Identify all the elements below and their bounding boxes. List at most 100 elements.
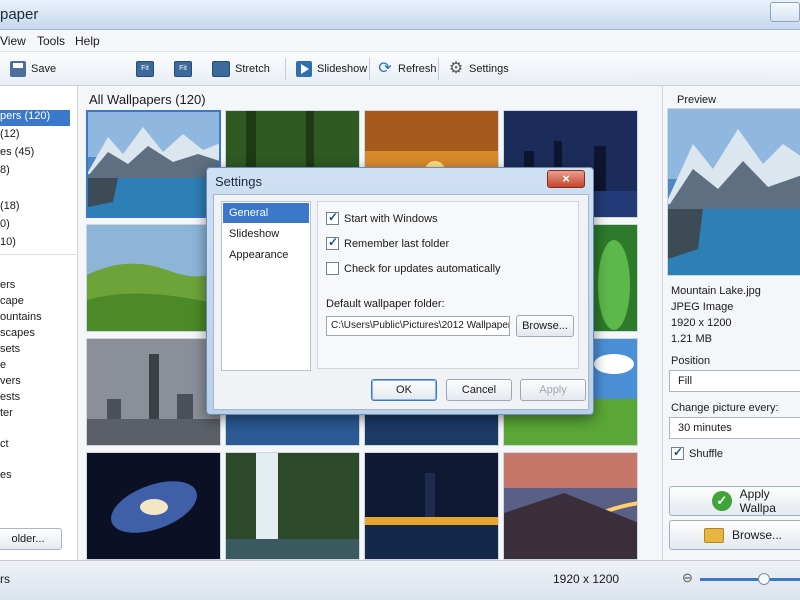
- folder-icon: [704, 527, 724, 543]
- sidebar-category[interactable]: ers: [0, 279, 70, 295]
- sidebar-category[interactable]: scapes: [0, 327, 70, 343]
- wallpaper-thumbnail[interactable]: [86, 224, 221, 332]
- galaxy-image: [87, 453, 220, 559]
- settings-button[interactable]: ⚙ Settings: [448, 59, 509, 79]
- menu-bar: View Tools Help: [0, 30, 800, 52]
- shuffle-checkbox[interactable]: [671, 445, 684, 460]
- fit-height-button[interactable]: Fit: [174, 59, 192, 79]
- file-type: JPEG Image: [671, 301, 734, 313]
- fit-width-button[interactable]: Fit: [136, 59, 154, 79]
- sidebar-item[interactable]: 8): [0, 164, 70, 180]
- remember-last-folder-option[interactable]: Remember last folder: [326, 235, 449, 250]
- sidebar-item[interactable]: es (45): [0, 146, 70, 162]
- remember-last-folder-checkbox[interactable]: [326, 235, 339, 250]
- menu-tools[interactable]: Tools: [37, 34, 65, 48]
- window-control-button[interactable]: [770, 2, 800, 22]
- sidebar-category[interactable]: es: [0, 469, 70, 485]
- check-updates-option[interactable]: Check for updates automatically: [326, 262, 501, 275]
- default-folder-label: Default wallpaper folder:: [326, 298, 445, 310]
- toolbar-divider: [438, 58, 439, 80]
- status-text: rs: [0, 572, 10, 586]
- zoom-out-icon[interactable]: ⊖: [682, 570, 693, 586]
- refresh-label: Refresh: [398, 63, 437, 75]
- toolbar-divider: [285, 58, 286, 80]
- refresh-icon: ⟳: [378, 60, 392, 77]
- cancel-button[interactable]: Cancel: [446, 379, 512, 401]
- slideshow-button[interactable]: Slideshow: [296, 59, 367, 79]
- gear-icon: ⚙: [448, 60, 464, 77]
- tab-slideshow[interactable]: Slideshow: [223, 224, 309, 244]
- settings-dialog: Settings × General Slideshow Appearance …: [206, 167, 594, 415]
- sidebar-category[interactable]: e: [0, 359, 70, 375]
- tab-general[interactable]: General: [223, 203, 309, 223]
- check-updates-checkbox[interactable]: [326, 262, 339, 275]
- title-bar: paper: [0, 0, 800, 30]
- sidebar-category[interactable]: ct: [0, 438, 70, 454]
- default-folder-input[interactable]: C:\Users\Public\Pictures\2012 Wallpaper: [326, 316, 510, 336]
- zoom-slider-track[interactable]: [700, 578, 800, 581]
- waterfall-image: [226, 453, 359, 559]
- slideshow-label: Slideshow: [317, 63, 368, 75]
- fit-icon: Fit: [136, 61, 154, 77]
- sidebar-item[interactable]: (12): [0, 128, 70, 144]
- stretch-label: Stretch: [235, 63, 270, 75]
- menu-help[interactable]: Help: [75, 34, 100, 48]
- start-with-windows-label: Start with Windows: [344, 212, 438, 225]
- wallpaper-thumbnail[interactable]: [364, 452, 499, 560]
- apply-button[interactable]: Apply: [520, 379, 586, 401]
- apply-wallpaper-button[interactable]: ✓ Apply Wallpa: [669, 486, 800, 516]
- wallpaper-thumbnail[interactable]: [225, 452, 360, 560]
- wallpaper-thumbnail[interactable]: [503, 452, 638, 560]
- sidebar-divider: [0, 254, 78, 255]
- shuffle-label: Shuffle: [689, 447, 724, 460]
- save-icon: [10, 61, 26, 77]
- night-road-image: [504, 453, 637, 559]
- sidebar-item-all[interactable]: pers (120): [0, 110, 70, 126]
- add-folder-button[interactable]: older...: [0, 528, 62, 550]
- browse-button[interactable]: Browse...: [669, 520, 800, 550]
- check-icon: ✓: [712, 491, 732, 511]
- sidebar-category[interactable]: cape: [0, 295, 70, 311]
- window-title: paper: [0, 6, 39, 23]
- sidebar-category[interactable]: ountains: [0, 311, 70, 327]
- wallpaper-thumbnail[interactable]: [86, 110, 221, 218]
- mountain-lake-preview: [668, 109, 800, 275]
- status-bar: rs 1920 x 1200 ⊖: [0, 560, 800, 600]
- sidebar-category[interactable]: vers: [0, 375, 70, 391]
- sidebar: pers (120) (12) es (45) 8) (18) 0) 10) e…: [0, 86, 78, 560]
- change-interval-label: Change picture every:: [671, 402, 779, 414]
- position-select[interactable]: Fill: [669, 370, 800, 392]
- zoom-slider-handle[interactable]: [758, 573, 770, 585]
- toolbar-divider: [369, 58, 370, 80]
- slideshow-icon: [296, 61, 312, 77]
- shuffle-checkbox-row[interactable]: Shuffle: [671, 445, 724, 460]
- settings-nav: General Slideshow Appearance: [221, 201, 311, 371]
- sidebar-category[interactable]: sets: [0, 343, 70, 359]
- wallpaper-thumbnail[interactable]: [86, 338, 221, 446]
- close-icon: ×: [562, 171, 570, 186]
- sidebar-item[interactable]: (18): [0, 200, 70, 216]
- preview-label: Preview: [677, 94, 717, 106]
- save-button[interactable]: Save: [10, 59, 56, 79]
- green-hills-image: [87, 225, 220, 331]
- sidebar-item[interactable]: 10): [0, 236, 70, 252]
- stretch-button[interactable]: Stretch: [212, 59, 270, 79]
- mountain-lake-image: [88, 112, 219, 216]
- start-with-windows-checkbox[interactable]: [326, 210, 339, 225]
- ok-button[interactable]: OK: [371, 379, 437, 401]
- refresh-button[interactable]: ⟳ Refresh: [377, 59, 437, 79]
- status-resolution: 1920 x 1200: [553, 572, 620, 586]
- sidebar-category[interactable]: ter: [0, 407, 70, 423]
- wallpaper-thumbnail[interactable]: [86, 452, 221, 560]
- close-button[interactable]: ×: [547, 170, 585, 188]
- start-with-windows-option[interactable]: Start with Windows: [326, 210, 438, 225]
- dialog-body: General Slideshow Appearance Start with …: [213, 194, 589, 410]
- sidebar-category[interactable]: ests: [0, 391, 70, 407]
- browse-folder-button[interactable]: Browse...: [516, 315, 574, 337]
- file-name: Mountain Lake.jpg: [671, 285, 761, 297]
- tab-appearance[interactable]: Appearance: [223, 245, 309, 265]
- sidebar-item[interactable]: 0): [0, 218, 70, 234]
- dialog-title: Settings: [215, 174, 262, 189]
- change-interval-select[interactable]: 30 minutes: [669, 417, 800, 439]
- menu-view[interactable]: View: [0, 34, 26, 48]
